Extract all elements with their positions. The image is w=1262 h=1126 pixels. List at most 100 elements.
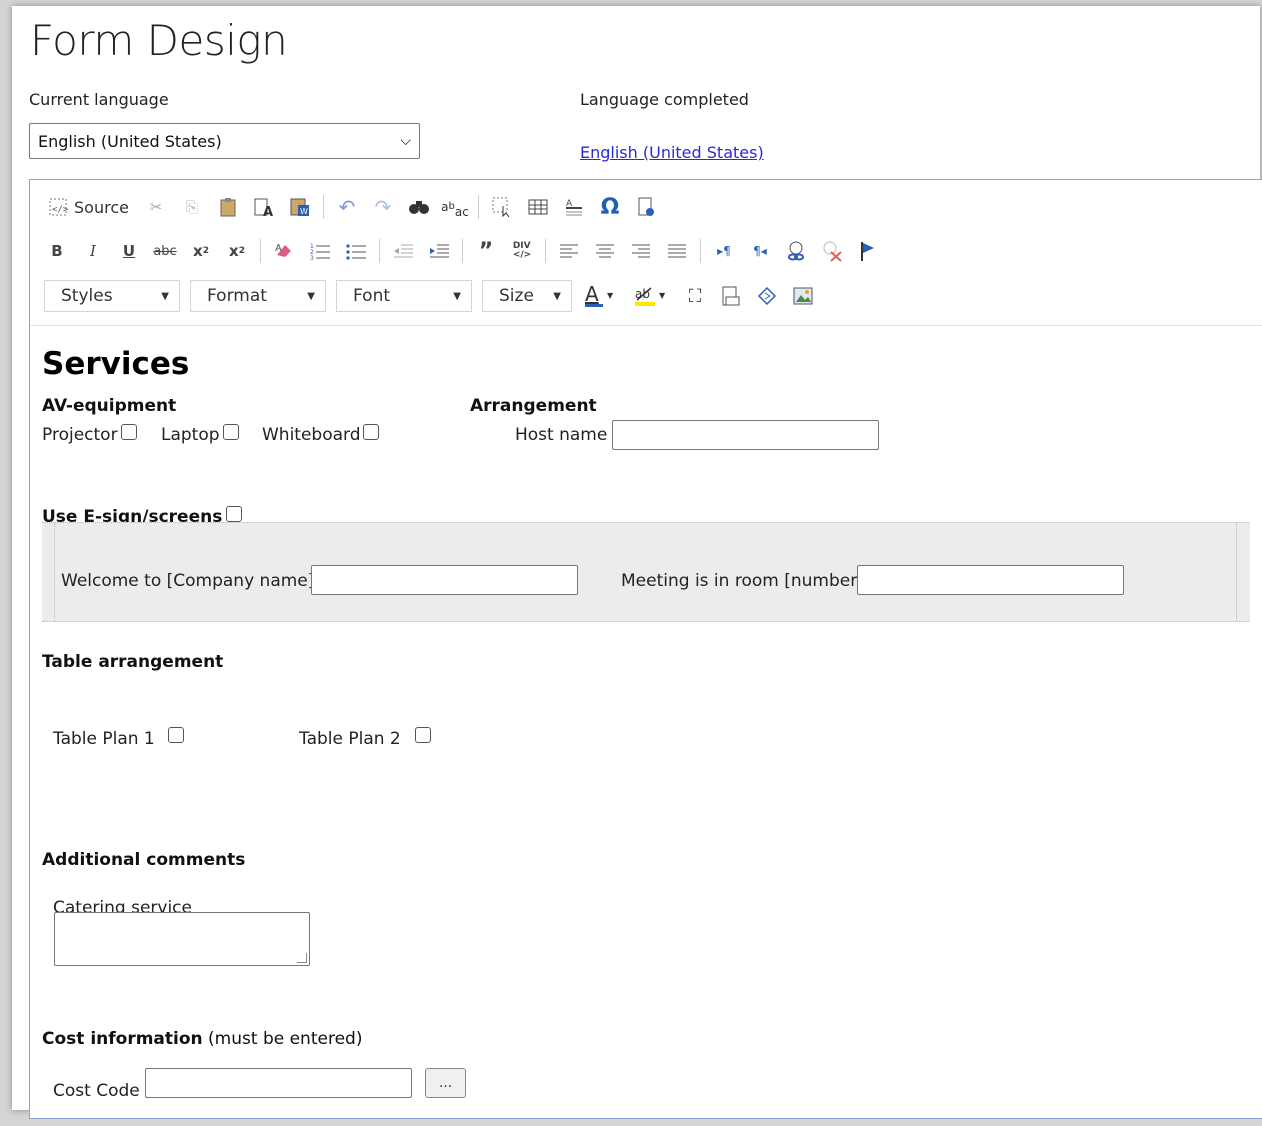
flash-icon[interactable] (754, 283, 780, 309)
numbered-list-icon[interactable]: 123 (307, 238, 333, 264)
chevron-down-icon: ▼ (553, 290, 561, 302)
size-label: Size (499, 286, 534, 306)
subscript-icon[interactable]: x2 (188, 238, 214, 264)
styles-label: Styles (61, 286, 113, 306)
italic-icon[interactable]: I (80, 238, 106, 264)
table-plan-2-checkbox[interactable] (415, 727, 431, 743)
unlink-icon[interactable] (819, 238, 845, 264)
bg-color-icon[interactable]: ab ▼ (632, 283, 672, 309)
table-icon[interactable] (525, 194, 551, 220)
table-plan-1-label: Table Plan 1 (53, 729, 155, 749)
toolbar-separator (462, 239, 463, 263)
svg-text:W: W (300, 207, 308, 216)
chevron-down-icon: ▼ (307, 290, 315, 302)
rtl-icon[interactable]: ¶◂ (747, 238, 773, 264)
outdent-icon[interactable] (390, 238, 416, 264)
bold-icon[interactable]: B (44, 238, 70, 264)
host-name-label: Host name (515, 425, 608, 445)
toolbar-separator (545, 239, 546, 263)
svg-text:▼: ▼ (659, 291, 666, 300)
indent-icon[interactable] (426, 238, 452, 264)
show-blocks-icon[interactable] (718, 283, 744, 309)
use-esign-checkbox[interactable] (226, 506, 242, 522)
services-heading: Services (42, 346, 190, 382)
select-all-icon[interactable] (489, 194, 515, 220)
laptop-checkbox[interactable] (223, 424, 239, 440)
current-language-select[interactable]: English (United States) ⌵ (29, 123, 420, 159)
paste-text-icon[interactable]: A (251, 194, 277, 220)
svg-text:3: 3 (310, 255, 314, 261)
svg-text:</>: </> (52, 205, 69, 215)
host-name-input[interactable] (612, 420, 879, 450)
table-plan-2-label: Table Plan 2 (299, 729, 401, 749)
chevron-down-icon: ▼ (453, 290, 461, 302)
strike-icon[interactable]: abc (152, 238, 178, 264)
rich-text-editor[interactable]: </> Source ✂ ⎘ A W ↶ ↷ a b ac A Ω B I U … (29, 179, 1262, 1119)
cost-code-browse-button[interactable]: ... (425, 1068, 466, 1098)
underline-icon[interactable]: U (116, 238, 142, 264)
superscript-icon[interactable]: x2 (224, 238, 250, 264)
size-combo[interactable]: Size ▼ (482, 280, 572, 312)
whiteboard-checkbox[interactable] (363, 424, 379, 440)
source-button[interactable]: </> Source (44, 194, 133, 220)
ltr-icon[interactable]: ▸¶ (711, 238, 737, 264)
catering-service-textarea[interactable] (54, 912, 310, 966)
remove-format-icon[interactable]: A (271, 238, 297, 264)
meeting-room-label: Meeting is in room [number] (621, 571, 864, 591)
page-title: Form Design (30, 16, 288, 65)
find-icon[interactable] (406, 194, 432, 220)
laptop-label: Laptop (161, 425, 220, 445)
undo-icon[interactable]: ↶ (334, 194, 360, 220)
toolbar-separator (477, 195, 479, 219)
cut-icon[interactable]: ✂ (143, 194, 169, 220)
copy-icon[interactable]: ⎘ (179, 194, 205, 220)
editor-toolbar: </> Source ✂ ⎘ A W ↶ ↷ a b ac A Ω B I U … (30, 180, 1262, 326)
room-number-input[interactable] (857, 565, 1124, 595)
arrangement-label: Arrangement (470, 396, 597, 416)
link-icon[interactable] (783, 238, 809, 264)
table-plan-1-checkbox[interactable] (168, 727, 184, 743)
toolbar-separator (322, 195, 324, 219)
styles-combo[interactable]: Styles ▼ (44, 280, 180, 312)
font-label: Font (353, 286, 391, 306)
cost-information-label: Cost information (42, 1029, 203, 1049)
font-combo[interactable]: Font ▼ (336, 280, 472, 312)
align-center-icon[interactable] (592, 238, 618, 264)
anchor-icon[interactable] (855, 238, 881, 264)
toolbar-row-1: </> Source ✂ ⎘ A W ↶ ↷ a b ac A Ω (44, 194, 669, 220)
text-color-icon[interactable]: A ▼ (582, 283, 622, 309)
company-name-input[interactable] (311, 565, 578, 595)
cost-information-heading: Cost information (must be entered) (42, 1029, 362, 1049)
format-label: Format (207, 286, 267, 306)
cost-code-label: Cost Code (53, 1081, 140, 1101)
editor-content[interactable]: Services AV-equipment Projector Laptop W… (30, 326, 1262, 1126)
justify-icon[interactable] (664, 238, 690, 264)
replace-icon[interactable]: a b ac (441, 194, 469, 220)
bulleted-list-icon[interactable] (343, 238, 369, 264)
horizontal-line-icon[interactable]: A (561, 194, 587, 220)
special-char-icon[interactable]: Ω (597, 194, 623, 220)
cost-code-input[interactable] (145, 1068, 412, 1098)
align-right-icon[interactable] (628, 238, 654, 264)
div-icon[interactable]: DIV </> (509, 238, 535, 264)
table-arrangement-label: Table arrangement (42, 652, 224, 672)
additional-comments-label: Additional comments (42, 850, 246, 870)
projector-label: Projector (42, 425, 118, 445)
chevron-down-icon: ⌵ (400, 133, 411, 149)
whiteboard-label: Whiteboard (262, 425, 361, 445)
paste-icon[interactable] (215, 194, 241, 220)
source-label: Source (74, 197, 129, 217)
image-icon[interactable] (790, 283, 816, 309)
toolbar-separator (260, 239, 261, 263)
page-break-icon[interactable] (633, 194, 659, 220)
align-left-icon[interactable] (556, 238, 582, 264)
resize-grip-icon[interactable] (297, 953, 307, 963)
projector-checkbox[interactable] (121, 424, 137, 440)
redo-icon[interactable]: ↷ (370, 194, 396, 220)
paste-word-icon[interactable]: W (287, 194, 313, 220)
maximize-icon[interactable]: ⛶ (682, 283, 708, 309)
toolbar-separator (379, 239, 380, 263)
language-completed-link[interactable]: English (United States) (580, 143, 764, 162)
format-combo[interactable]: Format ▼ (190, 280, 326, 312)
blockquote-icon[interactable]: ” (473, 238, 499, 264)
